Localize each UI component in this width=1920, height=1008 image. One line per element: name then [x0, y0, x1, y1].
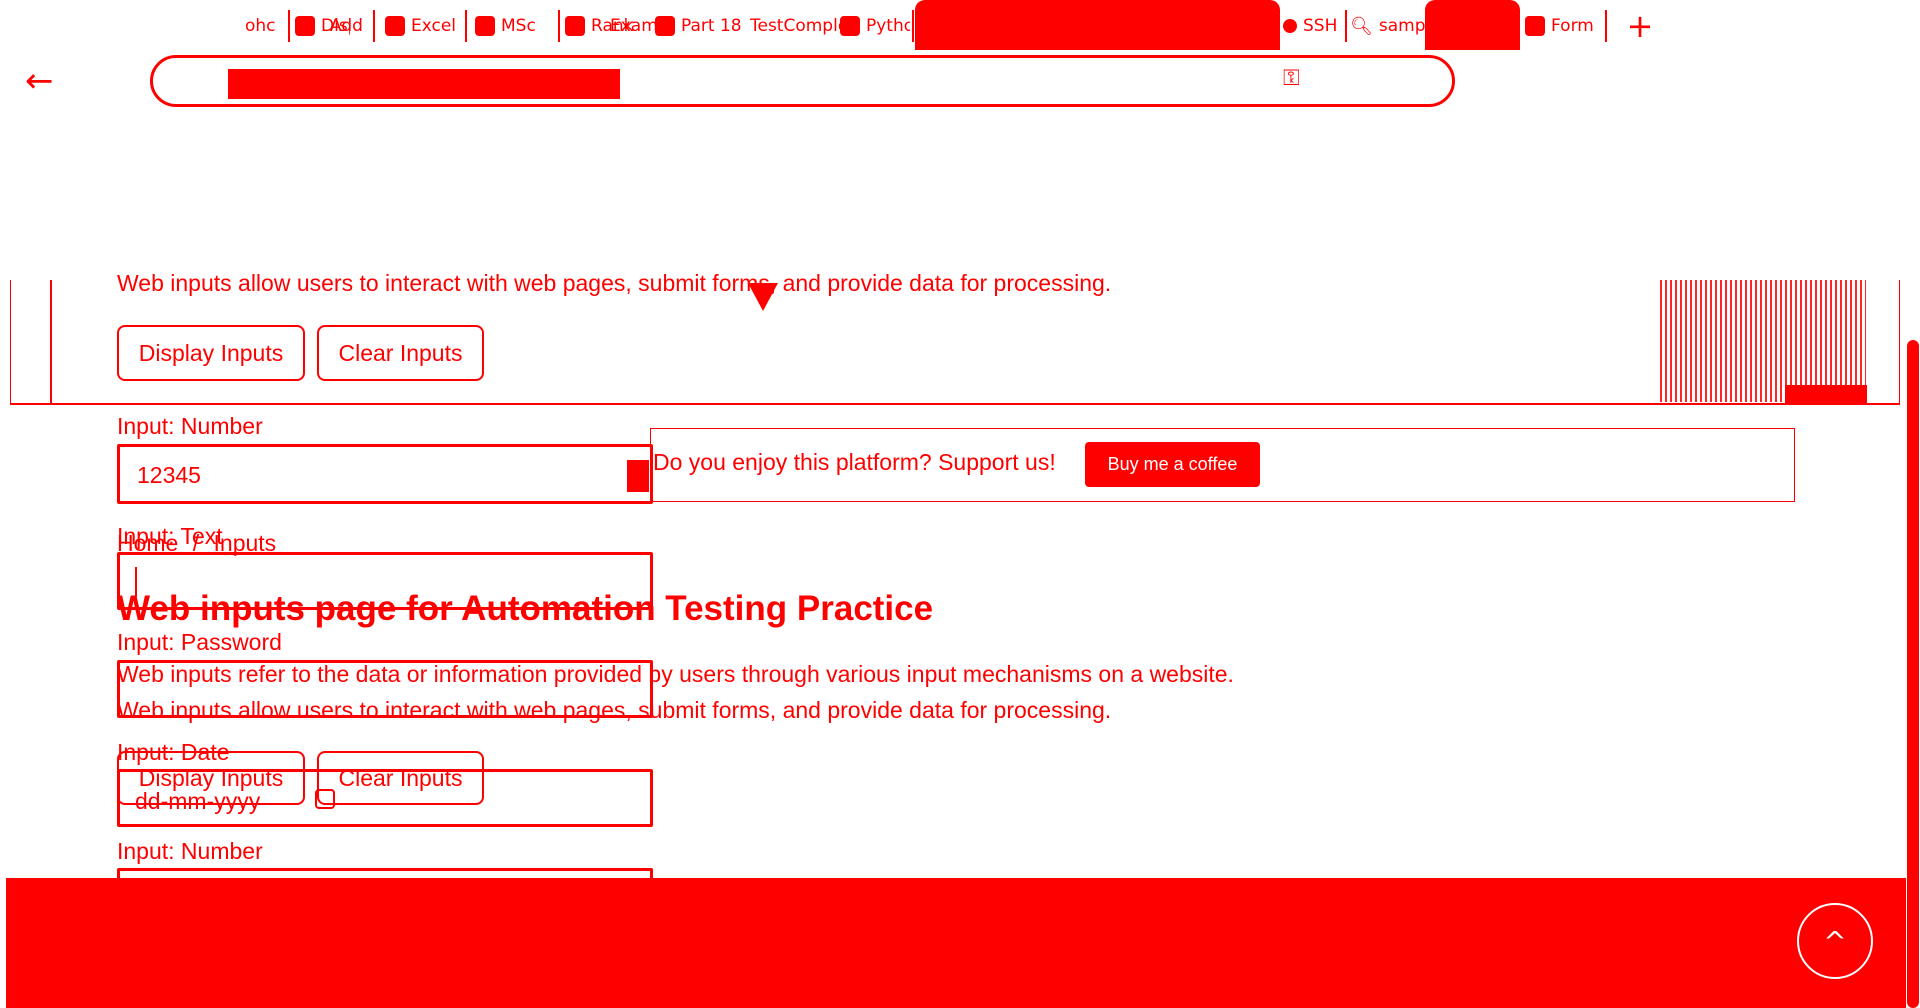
tab-10[interactable]: SSH	[1283, 6, 1343, 46]
arrow-left-icon: ←	[25, 61, 54, 101]
search-icon: 🔍︎	[1350, 15, 1373, 37]
address-url	[228, 69, 620, 99]
tab-label: Add	[330, 16, 363, 36]
tab-separator	[912, 10, 914, 42]
tab-favicon-icon	[565, 16, 585, 36]
tab-favicon-icon	[385, 16, 405, 36]
intro-paragraph-1: Web inputs refer to the data or informat…	[117, 661, 1234, 687]
tab-favicon-icon	[475, 16, 495, 36]
tab-favicon-icon	[1283, 19, 1297, 33]
tab-label: ohc	[245, 16, 276, 36]
date-input[interactable]: dd-mm-yyyy	[117, 769, 653, 827]
qr-code-image	[1660, 280, 1866, 402]
tab-label: samp	[1378, 16, 1425, 36]
number-spinner[interactable]	[627, 460, 649, 492]
number-input-top[interactable]: 12345	[117, 444, 653, 504]
tab-active-secondary[interactable]	[1425, 0, 1520, 50]
date-placeholder: dd-mm-yyyy	[135, 788, 261, 814]
number-input-value: 12345	[137, 462, 201, 488]
support-text: Do you enjoy this platform? Support us!	[653, 449, 1056, 475]
plus-icon: +	[1626, 7, 1654, 45]
tab-3[interactable]: Excel	[385, 6, 465, 46]
address-bar[interactable]: ⚿	[150, 55, 1455, 107]
tab-4[interactable]: MSc	[475, 6, 555, 46]
page-title: Web inputs page for Automation Testing P…	[117, 589, 934, 628]
tab-strip: ohc Displ Add Excel MSc Rank Exam Part 1…	[0, 0, 1920, 50]
chevron-up-icon: ^	[1823, 924, 1847, 958]
clear-inputs-button[interactable]: Clear Inputs	[317, 325, 484, 381]
tab-label: SSH	[1303, 16, 1338, 36]
tab-label: Python	[866, 16, 910, 36]
tab-8[interactable]: TestComplete	[750, 6, 850, 46]
tab-label: TestComplete	[750, 16, 850, 36]
tab-2[interactable]: Add	[330, 6, 370, 46]
tab-separator	[1345, 10, 1347, 42]
text-label: Input: Text	[117, 523, 223, 549]
page-footer	[6, 878, 1906, 1008]
tab-11[interactable]: 🔍︎ samp	[1350, 6, 1425, 46]
buy-coffee-button[interactable]: Buy me a coffee	[1085, 442, 1260, 487]
panel-divider	[50, 280, 52, 405]
tab-separator	[558, 10, 560, 42]
tab-favicon-icon	[840, 16, 860, 36]
tab-separator	[1605, 10, 1607, 42]
cursor-indicator	[748, 283, 778, 311]
tab-favicon-icon	[1525, 16, 1545, 36]
tab-label: MSc	[501, 16, 536, 36]
tab-label: Excel	[411, 16, 457, 36]
tab-label: Part 18	[681, 16, 742, 36]
display-inputs-button[interactable]: Display Inputs	[117, 325, 305, 381]
intro-paragraph-2: Web inputs allow users to interact with …	[117, 697, 1112, 723]
tab-0[interactable]: ohc	[245, 6, 285, 46]
tab-label: Exam	[610, 16, 658, 36]
tab-favicon-icon	[655, 16, 675, 36]
back-button[interactable]: ←	[25, 62, 54, 100]
intro-text-top: Web inputs allow users to interact with …	[117, 270, 1112, 296]
tab-separator	[373, 10, 375, 42]
number-label-top: Input: Number	[117, 413, 263, 439]
key-icon[interactable]: ⚿	[1283, 66, 1300, 91]
tab-favicon-icon	[295, 16, 315, 36]
qr-badge	[1785, 385, 1867, 403]
vertical-scrollbar[interactable]	[1907, 340, 1919, 1008]
calendar-icon[interactable]	[315, 789, 335, 809]
new-tab-button[interactable]: +	[1620, 6, 1660, 46]
password-label: Input: Password	[117, 629, 282, 655]
tab-separator	[288, 10, 290, 42]
tab-12[interactable]: Form	[1525, 6, 1605, 46]
scroll-to-top-button[interactable]: ^	[1797, 903, 1873, 979]
tab-label: Form	[1551, 16, 1594, 36]
tab-active[interactable]	[915, 0, 1280, 50]
number-label: Input: Number	[117, 838, 263, 864]
tab-9[interactable]: Python	[840, 6, 910, 46]
tab-separator	[465, 10, 467, 42]
tab-7[interactable]: Part 18	[655, 6, 755, 46]
